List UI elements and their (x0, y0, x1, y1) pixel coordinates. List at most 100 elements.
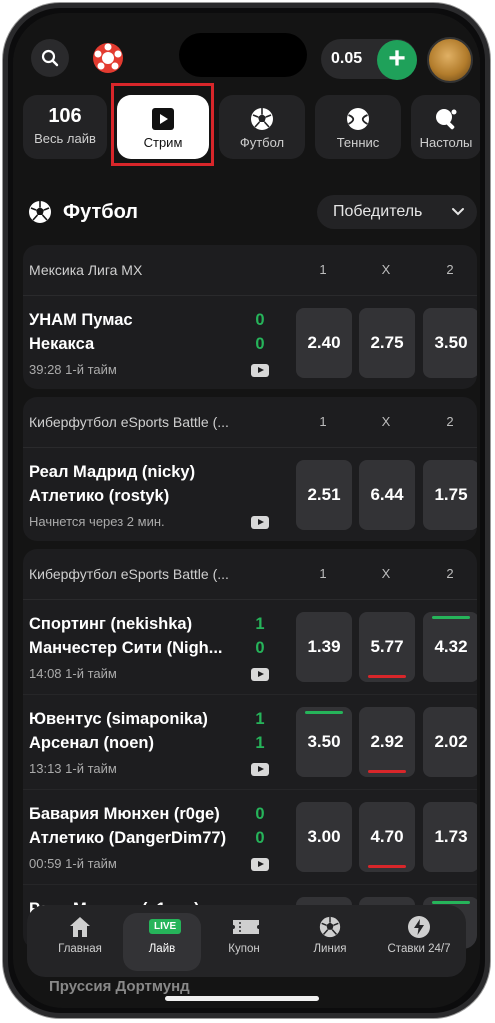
live-count: 106 (48, 105, 82, 127)
section-header: Футбол Победитель (13, 191, 480, 235)
score-home: 0 (255, 805, 265, 823)
league-name: Киберфутбол eSports Battle (... (29, 566, 229, 582)
team-home: Ювентус (simaponika) (29, 710, 208, 728)
odd-value: 2.92 (370, 732, 404, 751)
odd-x[interactable]: 5.77 (359, 612, 415, 682)
odd-x[interactable]: 4.70 (359, 802, 415, 872)
team-home: Спортинг (nekishka) (29, 615, 193, 633)
match-time: 14:08 1-й тайм (29, 666, 117, 681)
category-label: Весь лайв (34, 131, 96, 146)
match-row[interactable]: Ювентус (simaponika) Арсенал (noen) 1 1 … (23, 694, 477, 789)
score-home: 1 (255, 710, 265, 728)
bottom-tab-bar: Главная LIVE Лайв Купон Линия Ставки 24/… (27, 905, 466, 977)
odds-up-indicator (432, 901, 470, 904)
odd-x[interactable]: 6.44 (359, 460, 415, 530)
col-1: 1 (319, 262, 327, 277)
team-home: УНАМ Пумас (29, 311, 133, 329)
col-2: 2 (446, 566, 454, 581)
match-row[interactable]: Бавария Мюнхен (r0ge) Атлетико (DangerDi… (23, 789, 477, 884)
category-all-live[interactable]: 106 Весь лайв (23, 95, 107, 159)
odd-value: 4.32 (434, 637, 468, 656)
video-icon (251, 364, 269, 377)
home-indicator[interactable] (165, 996, 319, 1001)
tab-line[interactable]: Линия (291, 913, 369, 971)
col-x: X (381, 262, 391, 277)
odd-x[interactable]: 2.75 (359, 308, 415, 378)
tab-coupon[interactable]: Купон (205, 913, 283, 971)
col-x: X (381, 414, 391, 429)
category-label: Футбол (239, 135, 285, 150)
col-x: X (381, 566, 391, 581)
chevron-down-icon (452, 208, 464, 216)
odd-2[interactable]: 3.50 (423, 308, 477, 378)
league-card: Киберфутбол eSports Battle (... 1 X 2 Сп… (23, 549, 477, 949)
phone-frame: 0.05 + 106 Весь лайв Стрим Футбол Теннис (2, 2, 491, 1019)
video-icon (251, 516, 269, 529)
col-1: 1 (319, 566, 327, 581)
tab-label: Купон (228, 943, 260, 955)
odd-2[interactable]: 1.75 (423, 460, 477, 530)
odd-value: 5.77 (370, 637, 404, 656)
match-row[interactable]: Спортинг (nekishka) Манчестер Сити (Nigh… (23, 600, 477, 694)
team-away: Некакса (29, 335, 95, 353)
video-icon (251, 858, 269, 871)
odd-1[interactable]: 2.51 (296, 460, 352, 530)
search-button[interactable] (31, 39, 69, 77)
match-time: Начнется через 2 мин. (29, 514, 165, 529)
odds-down-indicator (368, 770, 406, 773)
odd-1[interactable]: 3.50 (296, 707, 352, 777)
odds-up-indicator (432, 616, 470, 619)
odd-x[interactable]: 2.92 (359, 707, 415, 777)
football-icon (249, 106, 275, 132)
section-title: Футбол (63, 201, 139, 223)
home-icon (67, 915, 93, 939)
match-time: 39:28 1-й тайм (29, 362, 117, 377)
odd-value: 1.73 (434, 827, 468, 846)
league-header: Мексика Лига MX 1 X 2 (23, 245, 477, 296)
odd-value: 3.00 (307, 827, 341, 846)
odds-up-indicator (305, 711, 343, 714)
league-header: Киберфутбол eSports Battle (... 1 X 2 (23, 549, 477, 600)
odd-1[interactable]: 3.00 (296, 802, 352, 872)
category-football[interactable]: Футбол (219, 95, 305, 159)
app-screen: 0.05 + 106 Весь лайв Стрим Футбол Теннис (13, 13, 480, 1008)
category-tennis[interactable]: Теннис (315, 95, 401, 159)
live-badge: LIVE (149, 919, 182, 934)
tab-label: Линия (313, 943, 347, 955)
league-card: Киберфутбол eSports Battle (... 1 X 2 Ре… (23, 397, 477, 541)
next-league-peek: Пруссия Дортмунд (49, 978, 190, 995)
score-home: 1 (255, 615, 265, 633)
match-row[interactable]: УНАМ Пумас Некакса 0 0 39:28 1-й тайм 2.… (23, 296, 477, 389)
odd-1[interactable]: 2.40 (296, 308, 352, 378)
odd-2[interactable]: 2.02 (423, 707, 477, 777)
team-away: Атлетико (rostyk) (29, 487, 170, 505)
score-away: 0 (255, 829, 265, 847)
score-home: 0 (255, 311, 265, 329)
odd-1[interactable]: 1.39 (296, 612, 352, 682)
video-icon (251, 668, 269, 681)
deposit-button[interactable]: + (377, 40, 417, 80)
ticket-icon (231, 915, 259, 939)
balance-value: 0.05 (331, 50, 363, 67)
odd-2[interactable]: 1.73 (423, 802, 477, 872)
tab-bets-24-7[interactable]: Ставки 24/7 (377, 913, 461, 971)
match-time: 13:13 1-й тайм (29, 761, 117, 776)
brand-logo-icon (91, 41, 125, 75)
tab-home[interactable]: Главная (41, 913, 119, 971)
match-row[interactable]: Реал Мадрид (nicky) Атлетико (rostyk) На… (23, 448, 477, 541)
league-name: Мексика Лига MX (29, 262, 143, 278)
team-away: Манчестер Сити (Nigh... (29, 639, 223, 657)
odd-value: 3.50 (307, 732, 341, 751)
score-away: 0 (255, 335, 265, 353)
tennis-ball-icon (345, 106, 371, 132)
lightning-icon (406, 915, 432, 939)
category-label: Теннис (336, 135, 380, 150)
odd-2[interactable]: 4.32 (423, 612, 477, 682)
avatar[interactable] (427, 37, 473, 83)
score-away: 1 (255, 734, 265, 752)
market-dropdown[interactable]: Победитель (317, 195, 477, 229)
category-table-tennis[interactable]: Настолы (411, 95, 480, 159)
tab-live[interactable]: LIVE Лайв (123, 913, 201, 971)
odd-value: 2.02 (434, 732, 468, 751)
col-2: 2 (446, 414, 454, 429)
